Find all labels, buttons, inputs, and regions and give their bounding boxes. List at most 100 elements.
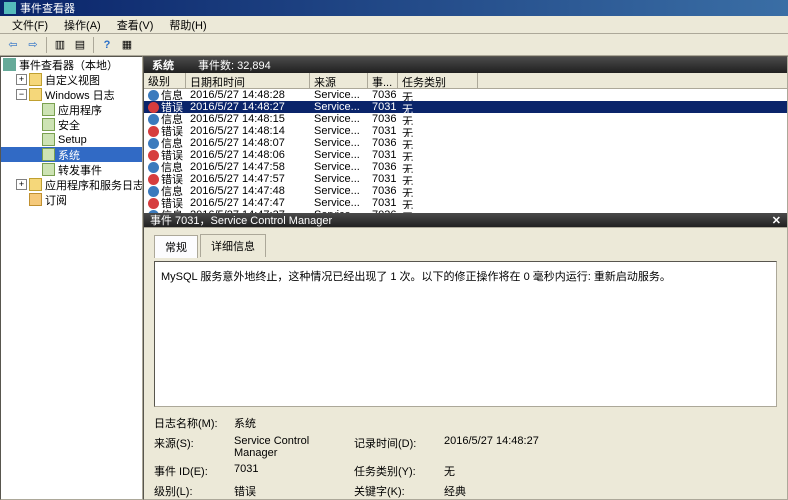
event-row[interactable]: 信息2016/5/27 14:48:07Service...7036无 (144, 137, 787, 149)
event-row[interactable]: 错误2016/5/27 14:48:27Service...7031无 (144, 101, 787, 113)
tree-label: 事件查看器（本地） (19, 57, 118, 73)
log-icon (42, 163, 55, 176)
cell-level: 错误 (161, 149, 183, 161)
cell-source: Service... (310, 125, 368, 137)
tree-label: 应用程序 (58, 102, 102, 118)
tab-details[interactable]: 详细信息 (200, 234, 266, 257)
info-icon (148, 114, 159, 125)
prop-logname-label: 日志名称(M): (154, 415, 234, 431)
col-event-id[interactable]: 事... (368, 73, 398, 88)
menu-action[interactable]: 操作(A) (56, 15, 109, 35)
log-icon (42, 118, 55, 131)
grid-body[interactable]: 信息2016/5/27 14:48:28Service...7036无错误201… (144, 89, 787, 213)
menu-file[interactable]: 文件(F) (4, 15, 56, 35)
tree-security[interactable]: 安全 (1, 117, 142, 132)
prop-keywords-label: 关键字(K): (354, 483, 444, 499)
grid-header[interactable]: 级别 日期和时间 来源 事... 任务类别 (144, 73, 787, 89)
grid-icon: ▦ (122, 38, 132, 51)
nav-tree[interactable]: 事件查看器（本地） + 自定义视图 − Windows 日志 应用程序 安全 S… (0, 56, 143, 500)
tab-general[interactable]: 常规 (154, 235, 198, 258)
col-task[interactable]: 任务类别 (398, 73, 478, 88)
cell-event-id: 7031 (368, 197, 398, 209)
menu-view[interactable]: 查看(V) (109, 15, 162, 35)
cell-datetime: 2016/5/27 14:48:28 (186, 89, 310, 101)
event-row[interactable]: 信息2016/5/27 14:48:15Service...7036无 (144, 113, 787, 125)
col-datetime[interactable]: 日期和时间 (186, 73, 310, 88)
cell-task: 无 (398, 89, 478, 101)
cell-level: 信息 (161, 89, 183, 101)
cell-event-id: 7031 (368, 173, 398, 185)
event-row[interactable]: 错误2016/5/27 14:48:06Service...7031无 (144, 149, 787, 161)
cell-source: Service... (310, 197, 368, 209)
event-row[interactable]: 错误2016/5/27 14:48:14Service...7031无 (144, 125, 787, 137)
cell-level: 错误 (161, 101, 183, 113)
tree-label: Windows 日志 (45, 87, 115, 103)
close-details-button[interactable]: ✕ (772, 214, 781, 227)
col-level[interactable]: 级别 (144, 73, 186, 88)
prop-level-value: 错误 (234, 483, 354, 499)
tree-root[interactable]: 事件查看器（本地） (1, 57, 142, 72)
cell-datetime: 2016/5/27 14:47:58 (186, 161, 310, 173)
expand-icon[interactable]: + (16, 74, 27, 85)
tree-application[interactable]: 应用程序 (1, 102, 142, 117)
tree-label: 自定义视图 (45, 72, 100, 88)
cell-event-id: 7031 (368, 149, 398, 161)
cell-datetime: 2016/5/27 14:47:57 (186, 173, 310, 185)
cell-task: 无 (398, 149, 478, 161)
details-tabs: 常规 详细信息 (154, 234, 777, 257)
tree-system[interactable]: 系统 (1, 147, 142, 162)
toolbar: ⇦ ⇨ ▥ ▤ ? ▦ (0, 34, 788, 56)
tree-setup[interactable]: Setup (1, 132, 142, 147)
collapse-icon[interactable]: − (16, 89, 27, 100)
help-button[interactable]: ? (98, 36, 116, 54)
tree-custom-views[interactable]: + 自定义视图 (1, 72, 142, 87)
properties-button[interactable]: ▤ (71, 36, 89, 54)
tree-forwarded[interactable]: 转发事件 (1, 162, 142, 177)
cell-task: 无 (398, 185, 478, 197)
prop-source-value: Service Control Manager (234, 435, 354, 459)
tool-button[interactable]: ▦ (118, 36, 136, 54)
cell-task: 无 (398, 137, 478, 149)
tree-apps-services[interactable]: + 应用程序和服务日志 (1, 177, 142, 192)
tree-subscriptions[interactable]: 订阅 (1, 192, 142, 207)
event-count: 事件数: 32,894 (198, 57, 271, 73)
event-row[interactable]: 信息2016/5/27 14:48:28Service...7036无 (144, 89, 787, 101)
log-icon (42, 148, 55, 161)
details-header: 事件 7031，Service Control Manager ✕ (144, 213, 787, 227)
col-source[interactable]: 来源 (310, 73, 368, 88)
back-button[interactable]: ⇦ (4, 36, 22, 54)
event-row[interactable]: 信息2016/5/27 14:47:48Service...7036无 (144, 185, 787, 197)
event-row[interactable]: 错误2016/5/27 14:47:47Service...7031无 (144, 197, 787, 209)
cell-source: Service... (310, 173, 368, 185)
tree-windows-logs[interactable]: − Windows 日志 (1, 87, 142, 102)
log-icon (42, 133, 55, 146)
tree-label: 系统 (58, 147, 80, 163)
cell-event-id: 7036 (368, 161, 398, 173)
prop-eventid-label: 事件 ID(E): (154, 463, 234, 479)
cell-source: Service... (310, 113, 368, 125)
prop-task-label: 任务类别(Y): (354, 463, 444, 479)
tree-label: 应用程序和服务日志 (45, 177, 143, 193)
event-message[interactable]: MySQL 服务意外地终止，这种情况已经出现了 1 次。以下的修正操作将在 0 … (154, 261, 777, 407)
folder-icon (29, 178, 42, 191)
prop-logname-value: 系统 (234, 415, 354, 431)
toolbar-separator (93, 37, 94, 53)
prop-task-value: 无 (444, 463, 564, 479)
folder-icon (29, 73, 42, 86)
event-row[interactable]: 错误2016/5/27 14:47:57Service...7031无 (144, 173, 787, 185)
app-icon (4, 2, 16, 14)
cell-source: Service... (310, 149, 368, 161)
cell-source: Service... (310, 161, 368, 173)
event-grid[interactable]: 级别 日期和时间 来源 事... 任务类别 信息2016/5/27 14:48:… (144, 73, 787, 213)
info-icon (148, 162, 159, 173)
toolbar-separator (46, 37, 47, 53)
forward-button[interactable]: ⇨ (24, 36, 42, 54)
cell-level: 信息 (161, 113, 183, 125)
cell-level: 错误 (161, 197, 183, 209)
expand-icon[interactable]: + (16, 179, 27, 190)
menu-help[interactable]: 帮助(H) (161, 15, 214, 35)
event-properties: 日志名称(M): 系统 来源(S): Service Control Manag… (154, 415, 777, 499)
event-row[interactable]: 信息2016/5/27 14:47:58Service...7036无 (144, 161, 787, 173)
viewer-icon (3, 58, 16, 71)
show-hide-tree-button[interactable]: ▥ (51, 36, 69, 54)
